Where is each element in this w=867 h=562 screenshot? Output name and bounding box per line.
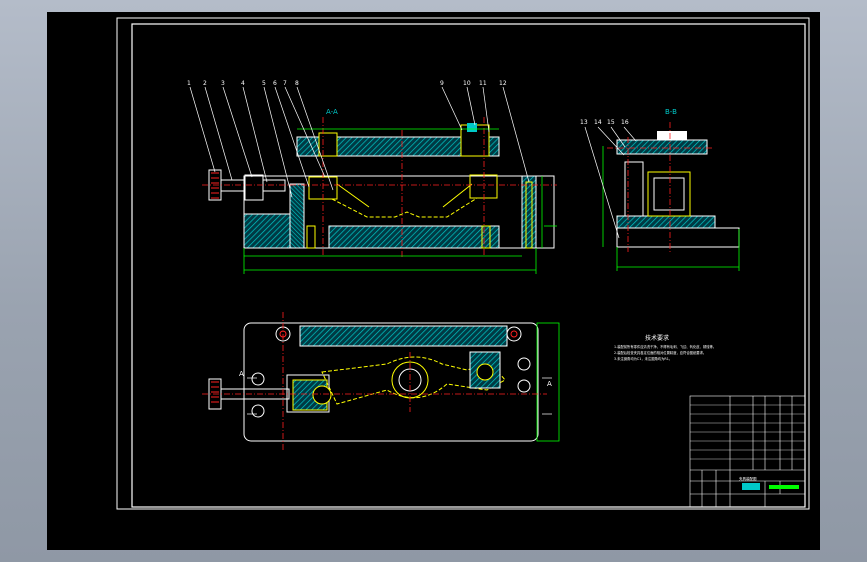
- title-block: [689, 395, 806, 508]
- section-label-side: B-B: [665, 108, 677, 116]
- callout-3: 3: [221, 80, 225, 87]
- cad-drawing-canvas: 1 2 3 4 5 6 7 8 9 10 11 12 A-A 13 14 15 …: [116, 17, 810, 510]
- callout-15: 15: [607, 119, 615, 126]
- technical-requirements: 技术要求 1.装配前所有零件应清洗干净，不得有毛刺、飞边、氧化皮、锈蚀等。 2.…: [614, 334, 716, 361]
- tech-req-line-3: 3.未注倒角均为C1，未注圆角均为R1。: [614, 356, 672, 361]
- callout-7: 7: [283, 80, 287, 87]
- title-block-label: 夹具装配图: [739, 476, 757, 481]
- callout-1: 1: [187, 80, 191, 87]
- callout-8: 8: [295, 80, 299, 87]
- callout-14: 14: [594, 119, 602, 126]
- callout-6: 6: [273, 80, 277, 87]
- callout-numbers-side: 13 14 15 16: [580, 119, 629, 126]
- section-arrow-label-right: A: [547, 380, 552, 388]
- cad-viewport[interactable]: 1 2 3 4 5 6 7 8 9 10 11 12 A-A 13 14 15 …: [47, 12, 820, 550]
- tech-req-title: 技术要求: [645, 334, 669, 342]
- callout-5: 5: [262, 80, 266, 87]
- callout-16: 16: [621, 119, 629, 126]
- callout-11: 11: [479, 80, 487, 87]
- drawing-frame: [116, 17, 810, 510]
- section-label-front: A-A: [326, 108, 338, 116]
- callout-9: 9: [440, 80, 444, 87]
- callout-13: 13: [580, 119, 588, 126]
- top-plan-view: [202, 312, 560, 452]
- side-section-view: [584, 122, 740, 271]
- callout-10: 10: [463, 80, 471, 87]
- callout-12: 12: [499, 80, 507, 87]
- tech-req-line-2: 2.装配后检查夹具各定位面的相对位置精度，应符合图纸要求。: [614, 350, 706, 355]
- tech-req-line-1: 1.装配前所有零件应清洗干净，不得有毛刺、飞边、氧化皮、锈蚀等。: [614, 344, 716, 349]
- callout-2: 2: [203, 80, 207, 87]
- front-section-view: [189, 86, 557, 274]
- callout-4: 4: [241, 80, 245, 87]
- callout-numbers-front: 1 2 3 4 5 6 7 8 9 10 11 12: [187, 80, 507, 87]
- section-arrow-label-left: A: [239, 370, 244, 378]
